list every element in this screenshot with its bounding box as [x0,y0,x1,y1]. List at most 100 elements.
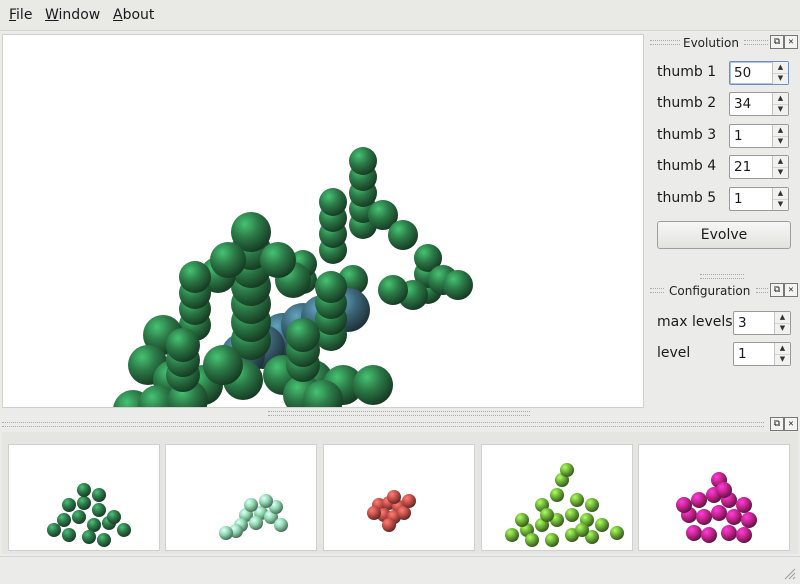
thumbnail-render [47,483,131,547]
sphere [711,505,727,521]
sphere [349,147,377,175]
spin-arrows: ▲ ▼ [772,156,788,178]
sphere [397,506,411,520]
sphere [736,527,752,543]
thumbnail-4[interactable] [481,444,633,551]
thumb-1-spinbox[interactable]: 50 ▲ ▼ [729,61,789,85]
sphere [179,261,211,293]
sphere [443,270,473,300]
dock-float-icon[interactable]: ⧉ [770,35,784,49]
thumb-4-value[interactable]: 21 [734,159,751,175]
sphere [550,488,564,502]
thumb-4-label: thumb 4 [657,158,717,174]
thumb-2-spinbox[interactable]: 34 ▲ ▼ [729,92,789,116]
dock-float-icon[interactable]: ⧉ [770,283,784,297]
sphere [525,533,539,547]
thumb-3-label: thumb 3 [657,127,717,143]
sphere [210,242,246,278]
menu-file[interactable]: File [9,7,32,23]
sphere [319,188,347,216]
thumb-4-spinbox[interactable]: 21 ▲ ▼ [729,155,789,179]
sphere [77,483,91,497]
thumb-5-label: thumb 5 [657,190,717,206]
sphere [545,533,559,547]
sphere [565,508,579,522]
thumb-2-value[interactable]: 34 [734,96,751,112]
status-bar [0,556,800,584]
thumbnail-render [219,494,288,540]
menu-window[interactable]: Window [45,7,100,23]
sphere [203,345,243,385]
spin-arrows: ▲ ▼ [774,312,790,334]
sphere [274,518,288,532]
sphere [696,509,712,525]
level-label: level [657,345,691,361]
sphere [72,510,86,524]
sphere [87,518,101,532]
level-spinbox[interactable]: 1 ▲ ▼ [733,342,791,366]
thumbnail-1[interactable] [8,444,160,551]
dock-splitter-grip[interactable] [700,274,744,279]
spin-down-icon[interactable]: ▼ [775,354,790,365]
sphere [585,498,599,512]
sphere [92,503,106,517]
menu-about[interactable]: About [113,7,154,23]
sphere [741,512,757,528]
evolve-button[interactable]: Evolve [657,221,791,249]
thumb-1-label: thumb 1 [657,64,717,80]
sphere [315,271,347,303]
horizontal-splitter[interactable] [0,411,800,416]
dock-close-icon[interactable]: ✕ [784,283,798,297]
level-value[interactable]: 1 [738,346,747,362]
max-levels-spinbox[interactable]: 3 ▲ ▼ [733,311,791,335]
sphere [676,497,692,513]
configuration-dock-title[interactable]: Configuration ⧉ ✕ [648,282,798,300]
dock-grip-right [744,40,768,45]
spin-arrows: ▲ ▼ [772,93,788,115]
sphere [47,523,61,537]
thumb-1-value[interactable]: 50 [734,65,751,81]
sphere [259,494,273,508]
thumb-3-value[interactable]: 1 [734,128,743,144]
dock-close-icon[interactable]: ✕ [784,417,798,431]
dock-grip-left [650,40,680,45]
sphere [382,518,396,532]
sphere [82,530,96,544]
size-grip-icon[interactable] [782,566,796,580]
sphere [378,275,408,305]
thumb-5-value[interactable]: 1 [734,191,743,207]
spin-arrows: ▲ ▼ [772,125,788,147]
sphere [721,525,737,541]
spin-down-icon[interactable]: ▼ [773,136,788,147]
sphere [286,318,320,352]
thumbnail-5[interactable] [638,444,790,551]
dock-float-icon[interactable]: ⧉ [770,417,784,431]
dock-grip-left [650,288,664,293]
dock-close-icon[interactable]: ✕ [784,35,798,49]
sphere [387,490,401,504]
menu-bar: File Window About [0,0,800,31]
spin-down-icon[interactable]: ▼ [773,73,788,84]
sphere [92,488,106,502]
spin-down-icon[interactable]: ▼ [775,323,790,334]
evolution-dock-title[interactable]: Evolution ⧉ ✕ [648,34,798,52]
sphere [595,518,609,532]
thumbnail-3[interactable] [323,444,475,551]
evolution-title: Evolution [683,36,739,50]
spin-arrows: ▲ ▼ [772,62,788,84]
thumb-5-spinbox[interactable]: 1 ▲ ▼ [729,187,789,211]
spin-down-icon[interactable]: ▼ [773,104,788,115]
sphere [515,513,529,527]
sphere [353,365,393,405]
thumb-3-spinbox[interactable]: 1 ▲ ▼ [729,124,789,148]
3d-viewport[interactable] [2,34,644,408]
sphere [57,513,71,527]
max-levels-value[interactable]: 3 [738,315,747,331]
thumbnail-render [505,463,624,547]
thumbnail-2[interactable] [165,444,317,551]
sphere [260,242,296,278]
spin-down-icon[interactable]: ▼ [773,167,788,178]
spin-down-icon[interactable]: ▼ [773,199,788,210]
max-levels-label: max levels [657,314,733,330]
sphere [249,516,263,530]
